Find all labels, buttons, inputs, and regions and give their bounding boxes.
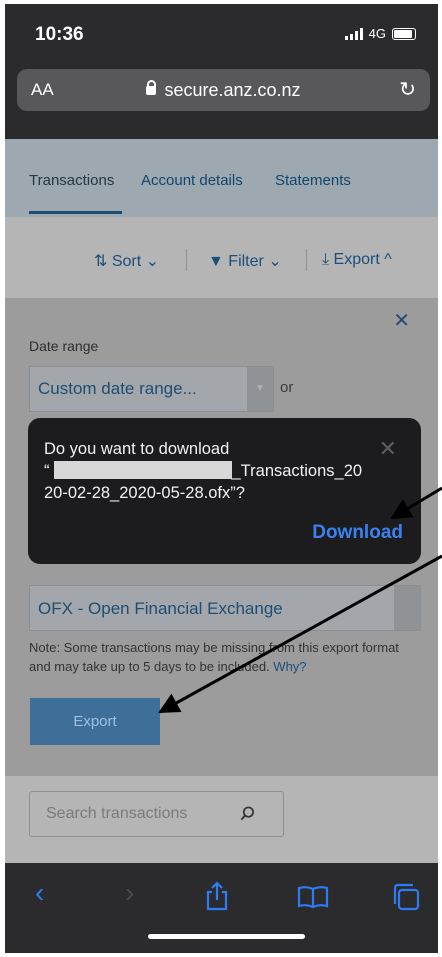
date-range-select[interactable]: Custom date range... ▼ xyxy=(29,366,274,412)
lock-icon xyxy=(146,80,157,95)
why-link[interactable]: Why? xyxy=(273,659,306,674)
dialog-line-1: Do you want to download xyxy=(44,440,230,458)
status-indicators: 4G xyxy=(344,26,416,41)
phone-screen: 10:36 4G AA secure.anz.co.nz ↻ Transacti… xyxy=(5,4,438,953)
download-icon: ⤓ xyxy=(322,251,330,268)
sort-label: Sort xyxy=(111,253,142,270)
tab-transactions[interactable]: Transactions xyxy=(29,172,114,189)
back-icon[interactable]: ‹ xyxy=(35,877,44,909)
share-icon[interactable] xyxy=(204,881,230,911)
sort-button[interactable]: ⇅ Sort ⌄ xyxy=(94,251,159,271)
active-tab-indicator xyxy=(29,211,122,214)
account-tabs: Transactions Account details Statements xyxy=(5,139,438,217)
format-value: OFX - Open Financial Exchange xyxy=(38,599,283,618)
tabs-icon[interactable] xyxy=(391,882,421,912)
download-button[interactable]: Download xyxy=(312,522,403,544)
dialog-quote: “ xyxy=(44,462,50,480)
search-icon[interactable] xyxy=(240,806,255,821)
note-text: Note: Some transactions may be missing f… xyxy=(29,640,399,674)
date-range-label: Date range xyxy=(29,338,99,354)
chevron-down-icon: ⌄ xyxy=(268,253,282,270)
url-bar[interactable]: AA secure.anz.co.nz ↻ xyxy=(17,69,430,111)
signal-icon xyxy=(344,27,363,40)
sort-icon: ⇅ xyxy=(94,253,108,270)
browser-chrome-bottom: ‹ › xyxy=(5,863,438,953)
dialog-filename-2: 20-02-28_2020-05-28.ofx”? xyxy=(44,484,245,502)
export-toggle-button[interactable]: ⤓ Export ^ xyxy=(322,251,392,269)
url-display[interactable]: secure.anz.co.nz xyxy=(17,80,430,101)
divider xyxy=(306,249,307,271)
status-time: 10:36 xyxy=(35,24,84,45)
divider xyxy=(186,249,187,271)
home-indicator xyxy=(148,934,305,939)
bookmarks-icon[interactable] xyxy=(297,885,329,909)
filter-label: Filter xyxy=(228,253,264,270)
chevron-down-icon: ▼ xyxy=(247,367,273,411)
forward-icon[interactable]: › xyxy=(125,877,134,909)
tab-statements[interactable]: Statements xyxy=(275,172,351,189)
chevron-up-icon: ^ xyxy=(384,251,392,268)
search-placeholder: Search transactions xyxy=(46,805,188,822)
dialog-filename-1: _Transactions_20 xyxy=(231,462,363,480)
redacted-filename xyxy=(53,461,232,479)
download-dialog: Do you want to download “ _Transactions_2… xyxy=(28,418,421,564)
chevron-down-icon xyxy=(394,586,420,630)
close-icon[interactable]: ✕ xyxy=(393,308,410,333)
dialog-message: Do you want to download “ _Transactions_2… xyxy=(44,438,364,504)
export-button[interactable]: Export xyxy=(30,698,160,745)
search-input[interactable]: Search transactions xyxy=(29,791,284,837)
browser-chrome-top: 10:36 4G AA secure.anz.co.nz ↻ xyxy=(5,4,438,139)
chevron-down-icon: ⌄ xyxy=(145,253,160,270)
url-text: secure.anz.co.nz xyxy=(164,80,301,100)
filter-icon: ▼ xyxy=(208,253,224,270)
date-range-value: Custom date range... xyxy=(38,379,197,398)
tab-account-details[interactable]: Account details xyxy=(141,172,243,189)
network-label: 4G xyxy=(368,26,386,41)
battery-icon xyxy=(392,27,416,40)
export-label: Export xyxy=(333,251,380,268)
format-select[interactable]: OFX - Open Financial Exchange xyxy=(29,585,421,631)
reload-icon[interactable]: ↻ xyxy=(399,77,416,102)
or-text: or xyxy=(280,379,294,396)
close-icon[interactable]: ✕ xyxy=(379,436,397,462)
export-note: Note: Some transactions may be missing f… xyxy=(29,638,419,676)
transaction-toolbar: ⇅ Sort ⌄ ▼ Filter ⌄ ⤓ Export ^ xyxy=(5,235,438,285)
filter-button[interactable]: ▼ Filter ⌄ xyxy=(208,251,282,271)
